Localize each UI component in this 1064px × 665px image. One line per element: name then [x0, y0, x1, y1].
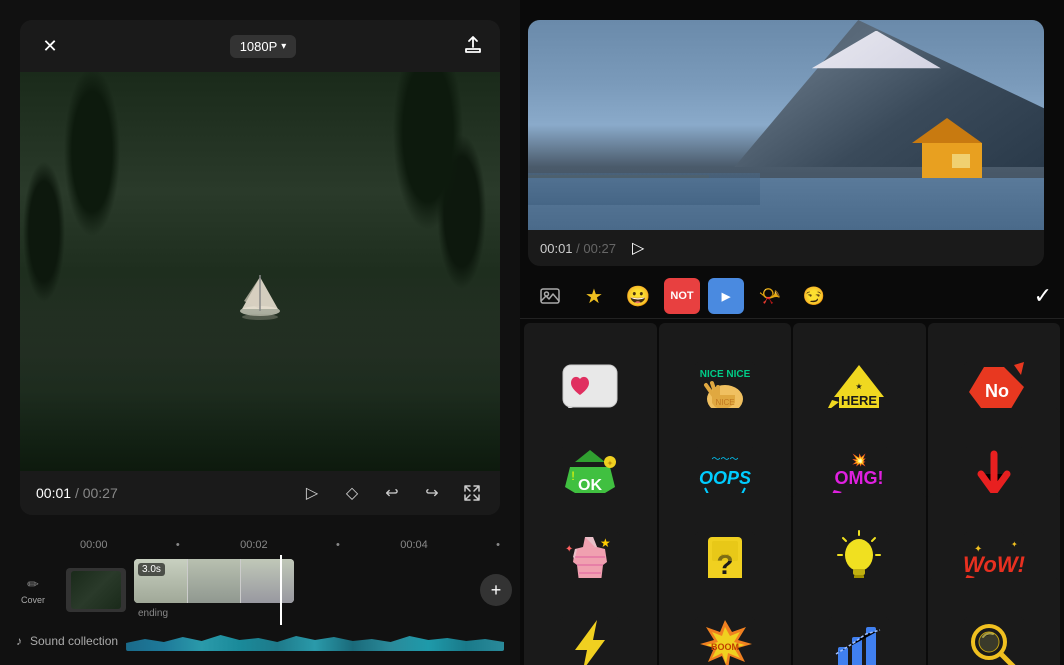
- svg-text:OOPS: OOPS: [699, 468, 751, 488]
- clip-duration: 3.0s: [138, 563, 165, 576]
- close-button[interactable]: ✕: [36, 32, 64, 60]
- right-play-button[interactable]: ▷: [632, 238, 644, 258]
- right-panel: 00:01 / 00:27 ▷ ★ 😀 NOT ▶ 📯 😏: [520, 0, 1064, 665]
- svg-text:✦: ✦: [1011, 540, 1018, 549]
- svg-text:No: No: [985, 381, 1009, 401]
- keyframe-button[interactable]: ◇: [340, 481, 364, 505]
- svg-text:💥: 💥: [852, 453, 867, 467]
- play-button[interactable]: ▷: [300, 481, 324, 505]
- water-foreground: [528, 173, 760, 205]
- sticker-tool-star[interactable]: ★: [576, 278, 612, 314]
- house-roof: [912, 118, 982, 143]
- sound-collection-bar[interactable]: ♪ Sound collection: [0, 625, 520, 657]
- video-editor-container: ✕ 1080P ▾: [20, 20, 500, 515]
- right-video-controls: 00:01 / 00:27 ▷: [528, 230, 1044, 266]
- sticker-grid: NICE NICE NICE HERE ★: [520, 319, 1064, 665]
- yellow-house: [912, 118, 992, 178]
- timeline-area: 00:00 • 00:02 • 00:04 • ✏ Cover 3.0s: [0, 535, 520, 665]
- sticker-tool-iplay[interactable]: ▶: [708, 278, 744, 314]
- track-label: ✏ Cover: [8, 576, 58, 605]
- svg-text:✦: ✦: [974, 544, 982, 555]
- svg-text:---: ---: [721, 550, 729, 559]
- svg-text:HERE: HERE: [841, 393, 877, 408]
- right-time-total: 00:27: [583, 241, 616, 256]
- video-controls-bar: 00:01 / 00:27 ▷ ◇ ↩ ↪: [20, 471, 500, 515]
- fullscreen-button[interactable]: [460, 481, 484, 505]
- sticker-tool-not-badge[interactable]: NOT: [664, 278, 700, 314]
- sticker-explosion[interactable]: BOOM: [659, 578, 792, 665]
- video-preview-background: [20, 72, 500, 471]
- svg-text:OMG!: OMG!: [835, 468, 884, 488]
- waveform: [126, 631, 504, 651]
- house-window: [952, 154, 970, 168]
- timeline-tracks: ✏ Cover 3.0s ending +: [0, 555, 520, 625]
- svg-text:✦: ✦: [607, 459, 614, 468]
- video-editor-header: ✕ 1080P ▾: [20, 20, 500, 72]
- svg-text:★: ★: [856, 382, 863, 391]
- time-display: 00:01 / 00:27: [36, 485, 118, 501]
- sticker-tool-emoji[interactable]: 😀: [620, 278, 656, 314]
- sticker-tool-smirk[interactable]: 😏: [796, 278, 832, 314]
- svg-text:WoW!: WoW!: [963, 552, 1025, 577]
- left-panel: ✕ 1080P ▾: [0, 0, 520, 665]
- svg-text:～～～: ～～～: [711, 454, 738, 464]
- undo-button[interactable]: ↩: [380, 481, 404, 505]
- right-video-container: 00:01 / 00:27 ▷: [528, 20, 1044, 266]
- house-body: [922, 143, 982, 178]
- clip-pending-label: ending: [138, 608, 168, 619]
- svg-text:OK: OK: [578, 477, 602, 494]
- cover-label: Cover: [21, 595, 45, 605]
- sound-collection-label: Sound collection: [30, 634, 118, 648]
- playhead: [280, 555, 282, 625]
- export-button[interactable]: [462, 33, 484, 60]
- resolution-selector[interactable]: 1080P ▾: [230, 35, 297, 58]
- svg-text:BOOM: BOOM: [711, 642, 739, 652]
- clip-main-area: 3.0s ending: [134, 559, 464, 621]
- svg-text:!: !: [572, 469, 575, 483]
- sticker-tool-cone[interactable]: 📯: [752, 278, 788, 314]
- timeline-ruler-labels: 00:00 • 00:02 • 00:04 •: [80, 539, 500, 551]
- right-panel-inner: 00:01 / 00:27 ▷ ★ 😀 NOT ▶ 📯 😏: [520, 0, 1064, 665]
- water-reflection: [20, 311, 500, 471]
- right-time-display: 00:01 / 00:27: [540, 241, 616, 256]
- add-clip-button[interactable]: +: [480, 574, 512, 606]
- time-current: 00:01: [36, 485, 71, 501]
- sticker-chart-bars[interactable]: [793, 578, 926, 665]
- redo-button[interactable]: ↪: [420, 481, 444, 505]
- playback-controls: ▷ ◇ ↩ ↪: [300, 481, 484, 505]
- chevron-down-icon: ▾: [281, 41, 286, 52]
- time-total: 00:27: [83, 485, 118, 501]
- svg-text:✦: ✦: [565, 544, 573, 555]
- svg-text:NICE: NICE: [715, 398, 734, 407]
- svg-text:★: ★: [600, 536, 611, 550]
- video-preview: [20, 72, 500, 471]
- sticker-toolbar: ★ 😀 NOT ▶ 📯 😏 ✓: [520, 274, 1064, 319]
- clip-cover-thumbnail[interactable]: [66, 568, 126, 612]
- edit-icon: ✏: [27, 576, 39, 593]
- sticker-tool-image[interactable]: [532, 278, 568, 314]
- confirm-button[interactable]: ✓: [1034, 283, 1052, 309]
- sticker-magnifier[interactable]: [928, 578, 1061, 665]
- svg-text:NICE NICE: NICE NICE: [699, 369, 750, 380]
- music-icon: ♪: [16, 634, 22, 648]
- right-time-current: 00:01: [540, 241, 573, 256]
- timeline-ruler: 00:00 • 00:02 • 00:04 •: [0, 535, 520, 555]
- right-video-preview: [528, 20, 1044, 230]
- sticker-lightning[interactable]: [524, 578, 657, 665]
